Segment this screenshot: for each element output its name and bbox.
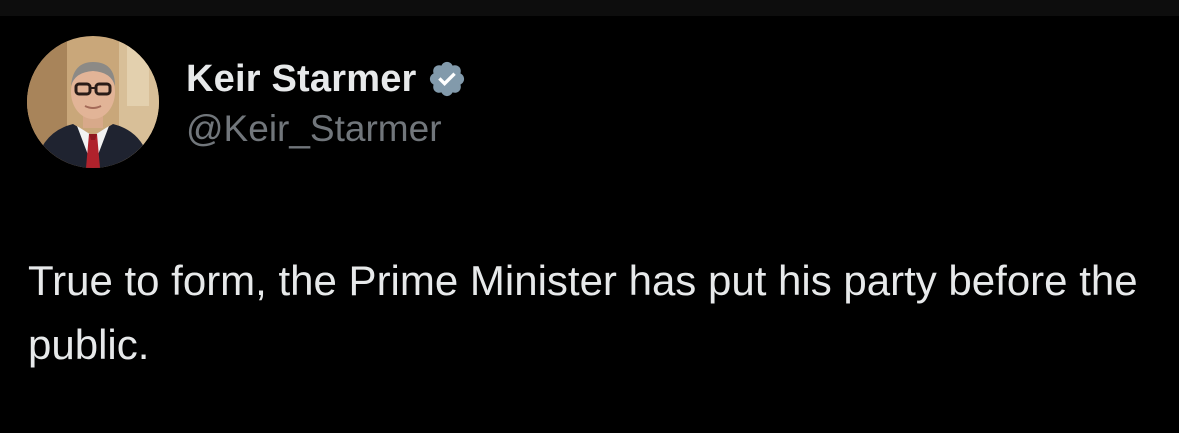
- top-edge-strip: [0, 0, 1179, 16]
- tweet-body-text: True to form, the Prime Minister has put…: [28, 257, 1138, 368]
- author-handle[interactable]: @Keir_Starmer: [186, 108, 467, 150]
- tweet-header: Keir Starmer @Keir_Starmer: [27, 36, 467, 168]
- author-avatar[interactable]: [27, 36, 159, 168]
- name-row: Keir Starmer: [186, 54, 467, 104]
- author-names: Keir Starmer @Keir_Starmer: [186, 54, 467, 150]
- avatar-photo-icon: [27, 36, 159, 168]
- verified-badge-icon[interactable]: [427, 59, 467, 99]
- author-display-name[interactable]: Keir Starmer: [186, 58, 417, 101]
- tweet-card: Keir Starmer @Keir_Starmer True to form,…: [0, 16, 1179, 433]
